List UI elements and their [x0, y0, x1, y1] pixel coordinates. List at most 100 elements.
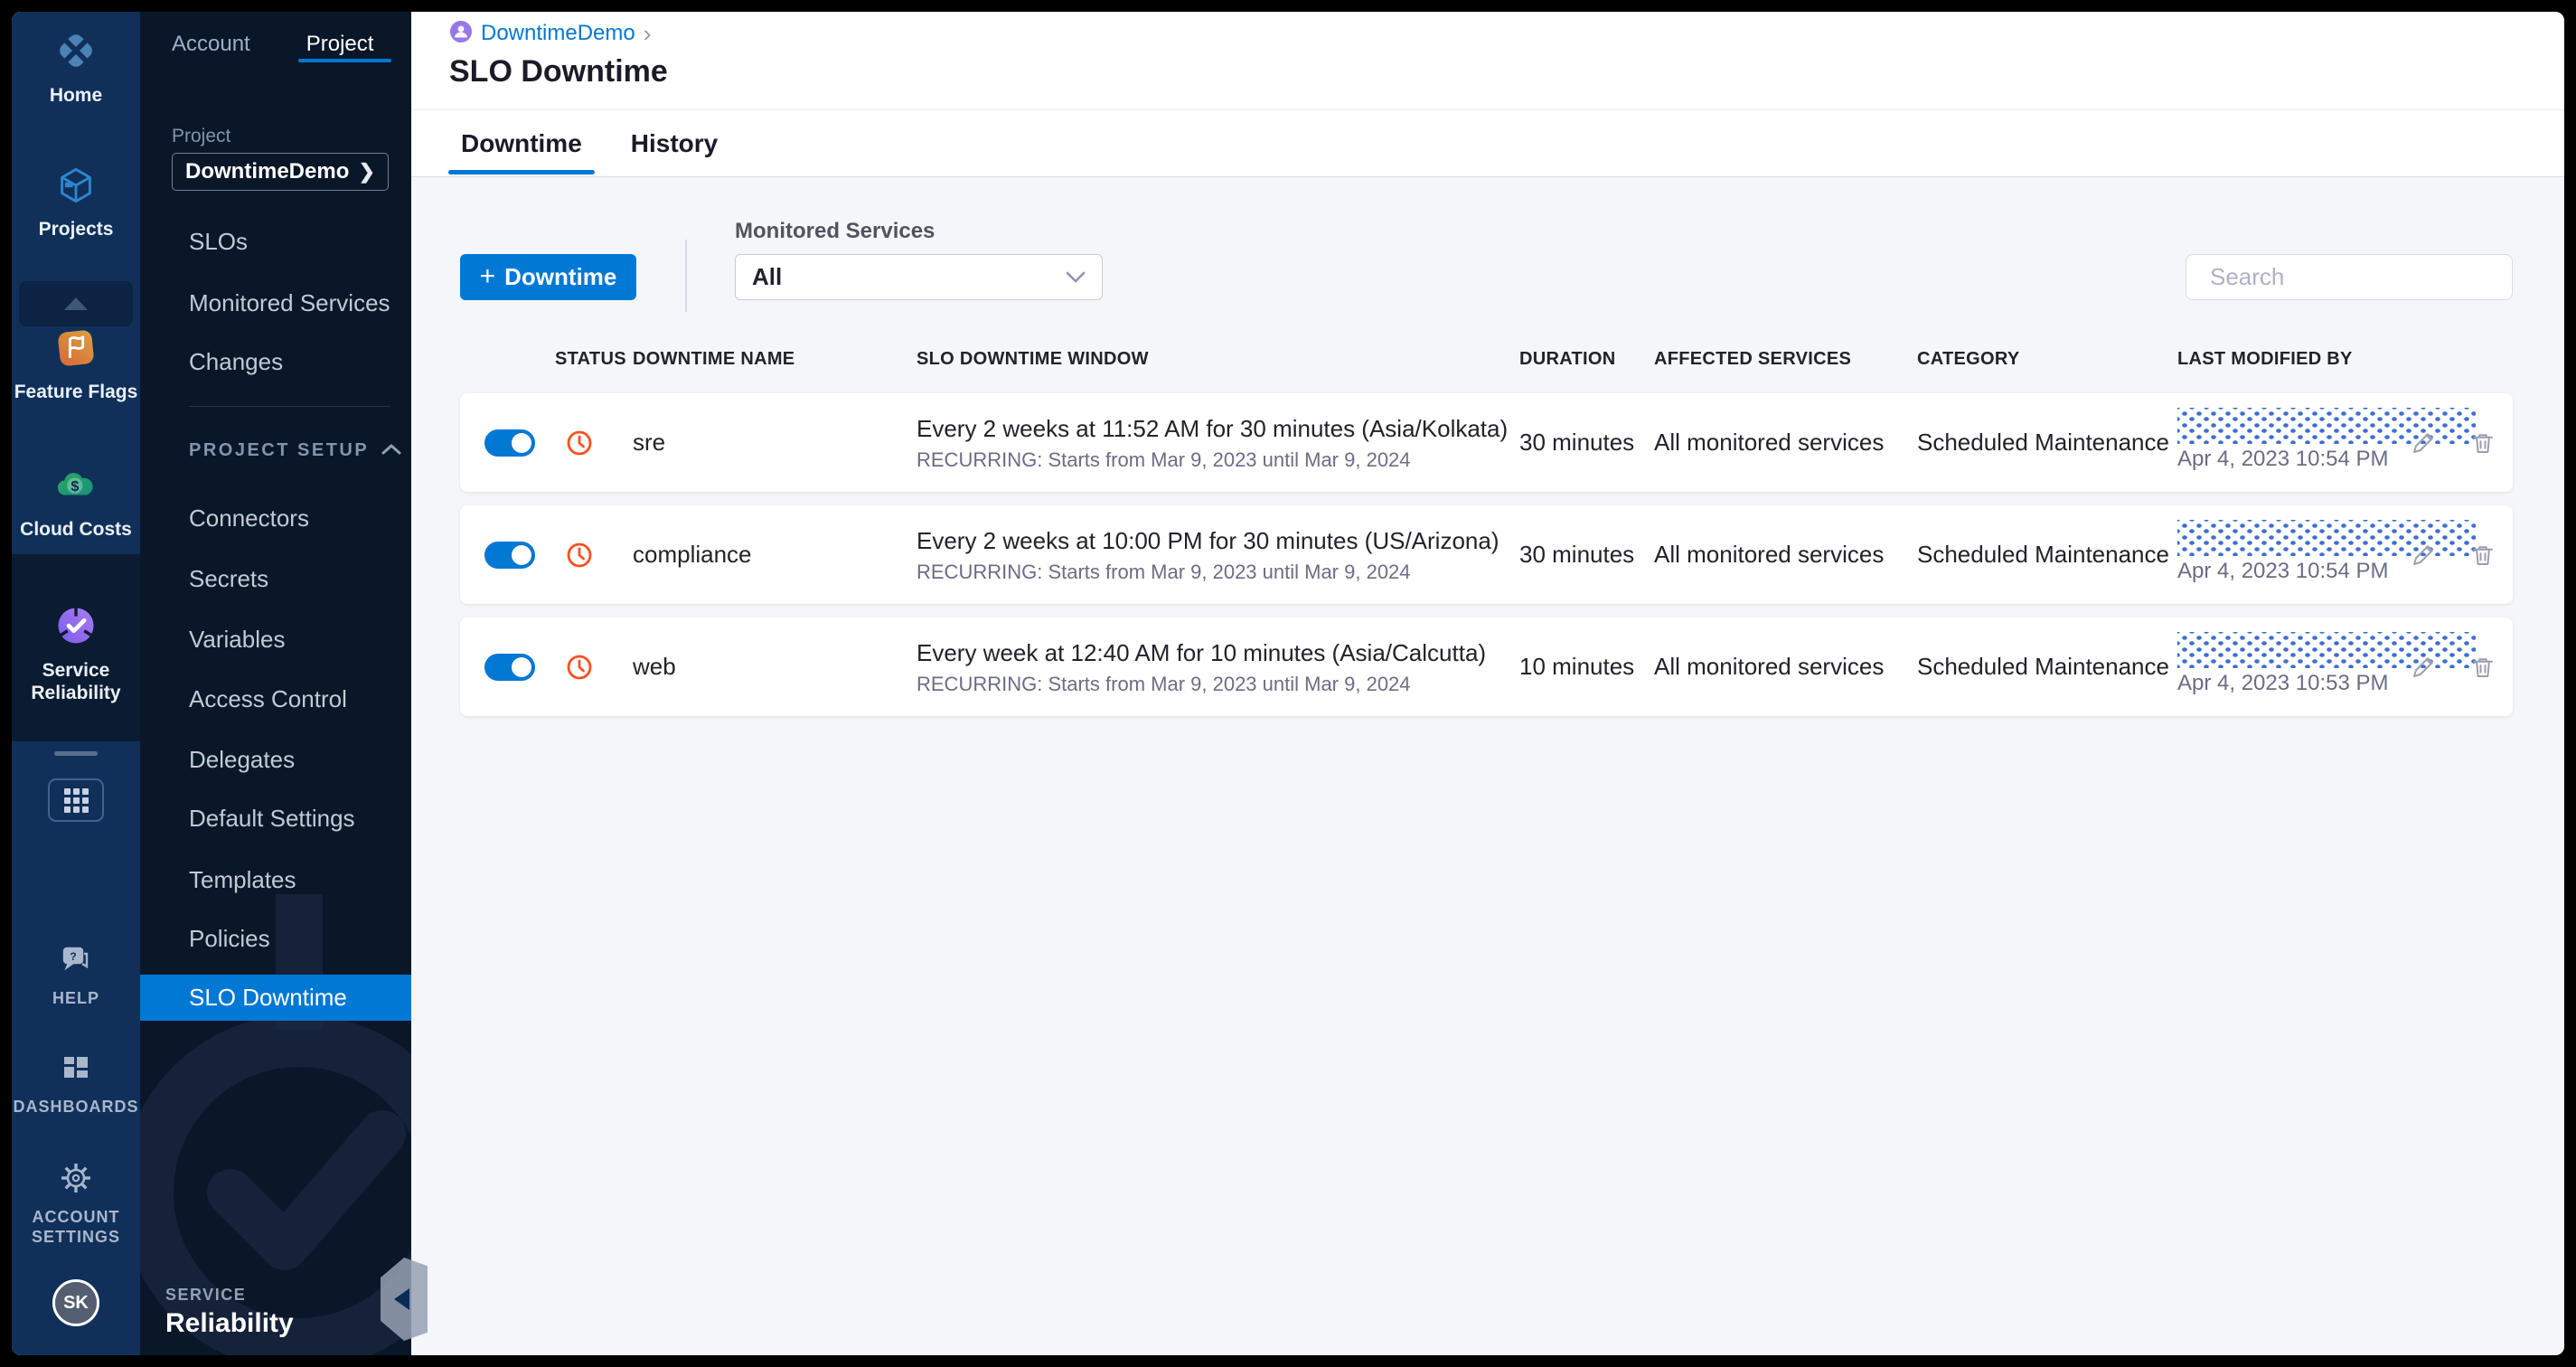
- sidebar-item-projects[interactable]: Projects: [12, 165, 140, 240]
- toolbar-divider: [685, 240, 687, 312]
- breadcrumb: DowntimeDemo ›: [449, 19, 2564, 48]
- edit-pencil-icon[interactable]: [2410, 429, 2437, 457]
- svg-text:?: ?: [70, 950, 76, 963]
- table-row[interactable]: compliance Every 2 weeks at 10:00 PM for…: [460, 505, 2513, 604]
- active-tab-underline: [298, 59, 391, 62]
- app-window: Home Projects Feature Flags $ Cloud Cost…: [12, 12, 2564, 1355]
- chevron-down-icon: [1066, 271, 1086, 282]
- column-header-affected: AFFECTED SERVICES: [1654, 349, 1852, 369]
- status-cell: [484, 653, 633, 681]
- column-header-status: STATUS: [555, 349, 626, 369]
- search-box: [2186, 254, 2513, 300]
- breadcrumb-project-link[interactable]: DowntimeDemo: [481, 21, 635, 46]
- tab-project[interactable]: Project: [306, 32, 374, 57]
- downtime-name: web: [633, 653, 676, 680]
- window-recurrence: RECURRING: Starts from Mar 9, 2023 until…: [917, 448, 1411, 471]
- home-icon: [55, 30, 97, 76]
- sidebar-item-access-control[interactable]: Access Control: [140, 683, 411, 715]
- sidebar-item-dashboards[interactable]: DASHBOARDS: [12, 1053, 140, 1117]
- sidebar-item-label: Home: [49, 85, 103, 106]
- window-schedule: Every 2 weeks at 11:52 AM for 30 minutes…: [917, 414, 1509, 442]
- column-header-duration: DURATION: [1519, 349, 1616, 369]
- table-row[interactable]: sre Every 2 weeks at 11:52 AM for 30 min…: [460, 393, 2513, 492]
- sidebar-divider: [189, 406, 390, 407]
- monitored-services-select[interactable]: All: [735, 254, 1103, 300]
- sidebar-item-label: Cloud Costs: [20, 519, 132, 540]
- column-header-window: SLO DOWNTIME WINDOW: [917, 349, 1149, 369]
- sidebar-item-help[interactable]: ? HELP: [12, 943, 140, 1008]
- edit-pencil-icon[interactable]: [2410, 542, 2437, 569]
- chevron-up-icon: [381, 444, 401, 455]
- category-value: Scheduled Maintenance: [1917, 429, 2169, 456]
- chevron-right-icon: ❯: [358, 160, 375, 183]
- tab-history[interactable]: History: [618, 129, 730, 176]
- sidebar-item-templates[interactable]: Templates: [140, 863, 411, 896]
- sidebar-item-monitored-services[interactable]: Monitored Services: [140, 287, 411, 319]
- tab-account[interactable]: Account: [172, 32, 250, 57]
- main-panel: DowntimeDemo › SLO Downtime Downtime His…: [411, 12, 2564, 1355]
- category-value: Scheduled Maintenance: [1917, 541, 2169, 568]
- sidebar-item-service-reliability[interactable]: Service Reliability: [12, 605, 140, 704]
- select-value: All: [752, 263, 783, 290]
- sidebar-item-slo-downtime[interactable]: SLO Downtime: [140, 975, 411, 1021]
- sidebar-item-secrets[interactable]: Secrets: [140, 562, 411, 595]
- page-header: DowntimeDemo › SLO Downtime: [411, 12, 2564, 110]
- page-title: SLO Downtime: [449, 54, 668, 89]
- window-cell: Every 2 weeks at 11:52 AM for 30 minutes…: [917, 414, 1519, 472]
- delete-trash-icon[interactable]: [2469, 542, 2496, 569]
- downtime-enabled-toggle[interactable]: [484, 541, 535, 569]
- cloud-costs-icon: $: [55, 464, 97, 510]
- category-value: Scheduled Maintenance: [1917, 653, 2169, 680]
- sidebar-item-default-settings[interactable]: Default Settings: [140, 802, 411, 834]
- delete-trash-icon[interactable]: [2469, 429, 2496, 457]
- window-schedule: Every 2 weeks at 10:00 PM for 30 minutes…: [917, 526, 1500, 554]
- filter-label: Monitored Services: [735, 219, 935, 243]
- sidebar-item-account-settings[interactable]: ACCOUNT SETTINGS: [12, 1162, 140, 1247]
- project-selector-value: DowntimeDemo: [185, 159, 350, 184]
- window-cell: Every week at 12:40 AM for 10 minutes (A…: [917, 638, 1519, 696]
- projects-cube-icon: [56, 165, 96, 210]
- module-selector-button[interactable]: [48, 778, 104, 822]
- new-downtime-button[interactable]: + Downtime: [460, 254, 636, 300]
- rail-scroll-up-button[interactable]: [19, 281, 133, 326]
- sidebar-item-cloud-costs[interactable]: $ Cloud Costs: [12, 464, 140, 541]
- sidebar-item-changes[interactable]: Changes: [140, 345, 411, 378]
- last-modified-date: Apr 4, 2023 10:54 PM: [2177, 559, 2389, 583]
- section-label: PROJECT SETUP: [189, 440, 370, 460]
- apps-grid-icon: [63, 787, 89, 813]
- table-row[interactable]: web Every week at 12:40 AM for 10 minute…: [460, 618, 2513, 716]
- edit-pencil-icon[interactable]: [2410, 654, 2437, 681]
- sidebar-item-variables[interactable]: Variables: [140, 623, 411, 655]
- project-avatar-icon: [449, 20, 473, 48]
- project-sidebar: Account Project Project DowntimeDemo ❯ S…: [140, 12, 428, 1355]
- last-modified-cell: Apr 4, 2023 10:54 PM: [2177, 505, 2513, 604]
- project-selector[interactable]: DowntimeDemo ❯: [172, 153, 389, 191]
- window-cell: Every 2 weeks at 10:00 PM for 30 minutes…: [917, 526, 1519, 584]
- clock-icon: [567, 430, 592, 455]
- search-input[interactable]: [2210, 263, 2513, 291]
- rail-divider: [54, 751, 98, 756]
- downtime-name: sre: [633, 429, 666, 456]
- sidebar-item-slos[interactable]: SLOs: [140, 225, 411, 258]
- breadcrumb-separator: ›: [643, 19, 652, 47]
- avatar-initials: SK: [63, 1292, 89, 1313]
- column-header-last-modified: LAST MODIFIED BY: [2177, 349, 2353, 369]
- sidebar-item-delegates[interactable]: Delegates: [140, 743, 411, 776]
- downtime-enabled-toggle[interactable]: [484, 429, 535, 457]
- project-setup-section-toggle[interactable]: PROJECT SETUP: [189, 440, 401, 461]
- sidebar-item-feature-flags[interactable]: Feature Flags: [12, 328, 140, 403]
- sidebar-item-connectors[interactable]: Connectors: [140, 502, 411, 534]
- last-modified-cell: Apr 4, 2023 10:54 PM: [2177, 393, 2513, 492]
- downtime-enabled-toggle[interactable]: [484, 653, 535, 681]
- tab-downtime[interactable]: Downtime: [448, 129, 595, 176]
- gear-icon: [60, 1162, 92, 1199]
- sidebar-item-policies[interactable]: Policies: [140, 922, 411, 955]
- affected-services-value: All monitored services: [1654, 541, 1885, 568]
- affected-services-value: All monitored services: [1654, 429, 1885, 456]
- delete-trash-icon[interactable]: [2469, 654, 2496, 681]
- window-recurrence: RECURRING: Starts from Mar 9, 2023 until…: [917, 560, 1411, 583]
- affected-services-value: All monitored services: [1654, 653, 1885, 680]
- chevron-up-icon: [64, 297, 88, 310]
- user-avatar[interactable]: SK: [52, 1279, 99, 1326]
- sidebar-item-home[interactable]: Home: [12, 30, 140, 107]
